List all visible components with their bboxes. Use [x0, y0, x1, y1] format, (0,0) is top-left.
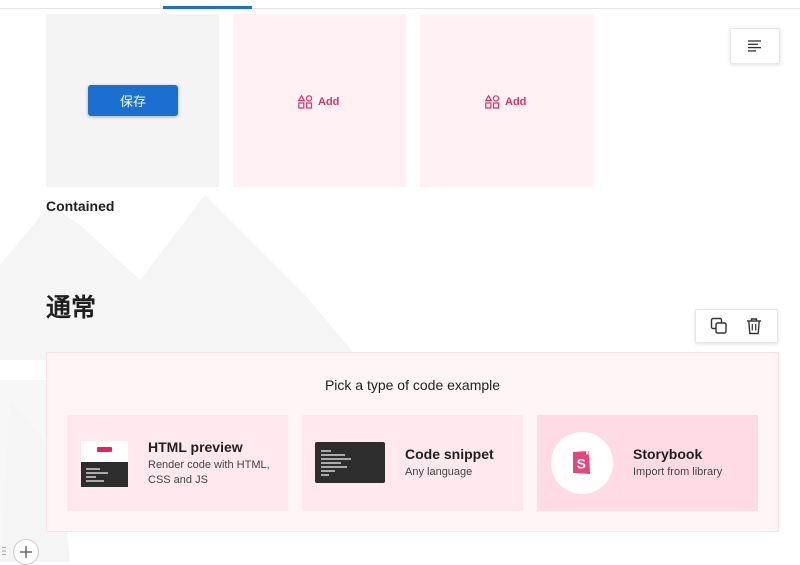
add-button-1[interactable]: Add	[298, 94, 339, 110]
add-block-button[interactable]	[13, 539, 39, 565]
option-code-snippet[interactable]: Code snippet Any language	[302, 415, 523, 511]
option-title: HTML preview	[148, 438, 243, 455]
copy-icon	[711, 317, 727, 334]
block-actions	[695, 309, 778, 343]
code-example-picker: Pick a type of code example HTML preview…	[46, 352, 779, 532]
code-snippet-thumbnail	[315, 442, 385, 483]
active-tab-indicator	[163, 6, 252, 9]
option-title: Storybook	[633, 446, 703, 462]
option-html-preview[interactable]: HTML preview Render code with HTML, CSS …	[67, 415, 288, 511]
shapes-add-icon	[485, 95, 500, 109]
option-description: Any language	[405, 466, 473, 478]
option-storybook[interactable]: S Storybook Import from library	[537, 415, 758, 511]
drag-handle-icon[interactable]	[2, 546, 6, 558]
text-align-left-icon	[748, 40, 761, 52]
add-label: Add	[505, 96, 527, 108]
option-description: Render code with HTML, CSS and JS	[148, 458, 270, 486]
section-heading: 通常	[46, 293, 97, 322]
trash-icon	[746, 318, 761, 335]
html-preview-thumbnail	[81, 441, 128, 487]
top-divider	[0, 8, 800, 9]
save-button[interactable]: 保存	[88, 85, 178, 116]
option-description: Import from library	[633, 466, 723, 478]
storybook-icon: S	[573, 451, 590, 474]
shapes-add-icon	[298, 95, 313, 109]
delete-button[interactable]	[745, 317, 763, 335]
plus-icon	[20, 546, 32, 558]
storybook-logo: S	[551, 432, 613, 494]
copy-button[interactable]	[710, 317, 728, 335]
code-example-title: Pick a type of code example	[324, 377, 501, 393]
add-label: Add	[318, 96, 340, 108]
text-align-button[interactable]	[730, 28, 780, 64]
contained-caption: Contained	[46, 198, 115, 214]
add-button-2[interactable]: Add	[485, 94, 526, 110]
svg-text:S: S	[577, 456, 586, 472]
option-title: Code snippet	[405, 446, 494, 462]
